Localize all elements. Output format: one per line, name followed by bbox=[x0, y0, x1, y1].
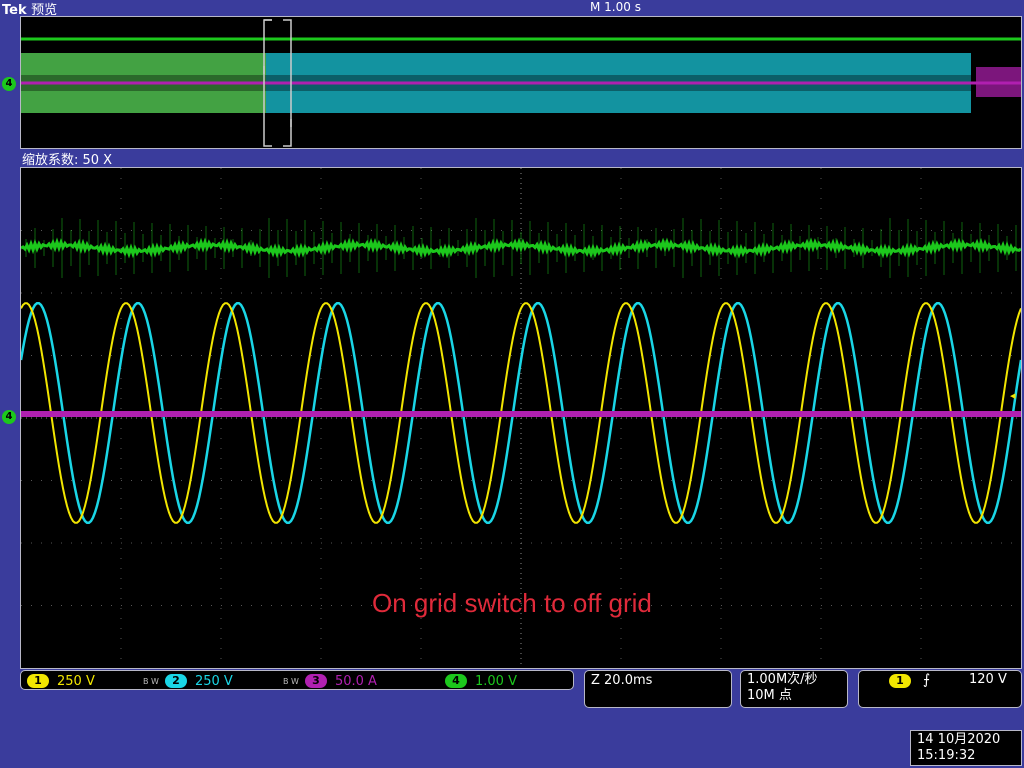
ch3-bandwidth-limit-icon: B W bbox=[283, 676, 299, 686]
zoom-factor-label: 缩放系数: 50 X bbox=[22, 153, 113, 168]
trigger-level: 120 V bbox=[969, 672, 1007, 687]
ch4-ground-marker-overview[interactable]: 4 bbox=[2, 77, 16, 91]
trigger-box[interactable]: 1 ⨍ 120 V bbox=[858, 670, 1022, 708]
channel-settings-bar[interactable]: 1 250 V B W 2 250 V B W 3 50.0 A 4 1.00 … bbox=[20, 670, 574, 690]
ch4-scale: 1.00 V bbox=[475, 673, 517, 689]
date-readout: 14 10月2020 bbox=[917, 732, 1001, 747]
ch4-badge: 4 bbox=[445, 674, 467, 688]
zoom-timebase-box[interactable]: Z 20.0ms bbox=[584, 670, 732, 708]
trigger-source-badge: 1 bbox=[889, 674, 911, 688]
ch2-setting[interactable]: B W 2 250 V bbox=[143, 673, 233, 689]
ch3-scale: 50.0 A bbox=[334, 673, 377, 689]
overview-plot bbox=[21, 19, 1021, 147]
ch1-scale: 250 V bbox=[57, 673, 95, 689]
rising-edge-icon: ⨍ bbox=[923, 672, 931, 688]
overview-waveform-screen[interactable] bbox=[20, 16, 1022, 149]
ch3-badge: 3 bbox=[304, 674, 327, 688]
ch3-setting[interactable]: B W 3 50.0 A bbox=[283, 673, 377, 689]
sample-rate: 1.00M次/秒 bbox=[747, 672, 818, 687]
timebase-readout[interactable]: M 1.00 s bbox=[590, 0, 641, 14]
ch1-badge: 1 bbox=[27, 674, 49, 688]
annotation-text: On grid switch to off grid bbox=[372, 588, 652, 618]
record-length: 10M 点 bbox=[747, 688, 792, 703]
top-status-bar: Tek 预览 M 1.00 s bbox=[0, 0, 1024, 18]
overview-ch3-burst bbox=[976, 67, 1021, 97]
ch2-bandwidth-limit-icon: B W bbox=[143, 676, 159, 686]
ch4-setting[interactable]: 4 1.00 V bbox=[445, 673, 517, 689]
ch4-ground-marker-main[interactable]: 4 bbox=[2, 410, 16, 424]
ch2-badge: 2 bbox=[164, 674, 187, 688]
datetime-box: 14 10月2020 15:19:32 bbox=[910, 730, 1022, 766]
trigger-level-arrow-icon[interactable]: ◂ bbox=[1010, 389, 1016, 402]
ch2-scale: 250 V bbox=[194, 673, 233, 689]
ch1-setting[interactable]: 1 250 V bbox=[27, 673, 95, 689]
acquisition-box[interactable]: 1.00M次/秒 10M 点 bbox=[740, 670, 848, 708]
zoom-time: Z 20.0ms bbox=[591, 673, 653, 688]
time-readout: 15:19:32 bbox=[917, 748, 976, 763]
